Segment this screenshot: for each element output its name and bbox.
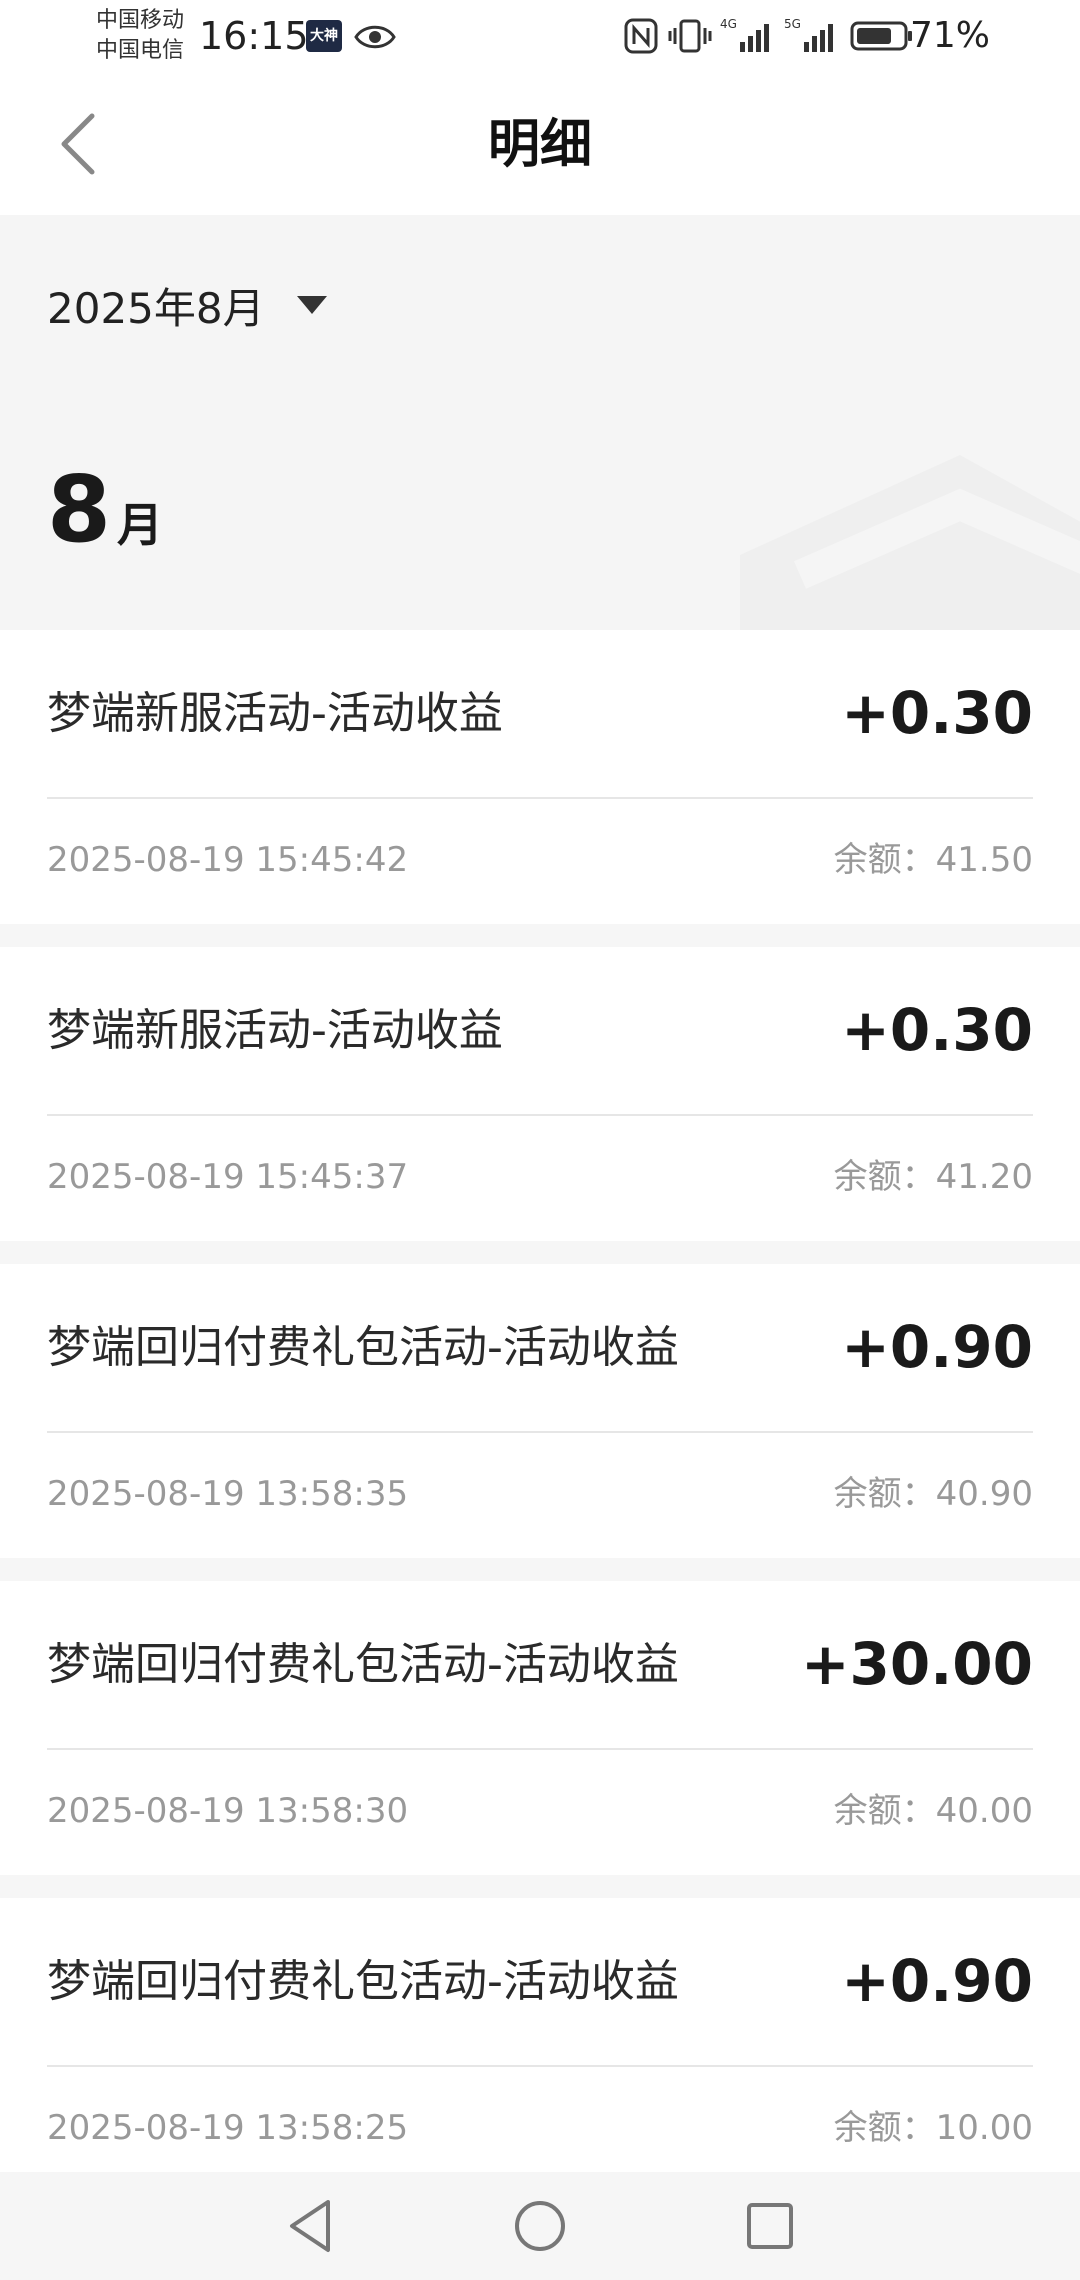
- status-bar: 中国移动 中国电信 16:15 大神 4G 5G 71%: [0, 0, 1080, 72]
- carrier-info: 中国移动 中国电信: [96, 6, 184, 66]
- transaction-balance: 余额：40.00: [833, 1791, 1033, 1831]
- svg-text:5G: 5G: [784, 17, 801, 31]
- transaction-time: 2025-08-19 13:58:25: [47, 2108, 409, 2148]
- nav-back-icon[interactable]: [282, 2196, 338, 2256]
- transaction-time: 2025-08-19 15:45:42: [47, 840, 409, 880]
- signal-5g-icon: 5G: [784, 17, 833, 52]
- triangle-down-icon: [296, 296, 327, 314]
- transaction-card[interactable]: 梦端新服活动-活动收益 +0.30 2025-08-19 15:45:37 余额…: [0, 947, 1080, 1241]
- transaction-title: 梦端新服活动-活动收益: [47, 688, 503, 739]
- app-badge-icon: 大神: [306, 20, 342, 52]
- carrier-1: 中国移动: [96, 8, 185, 33]
- transaction-balance: 余额：41.20: [833, 1157, 1033, 1197]
- divider: [47, 2065, 1033, 2067]
- month-heading: 8 月: [47, 460, 163, 560]
- transaction-balance: 余额：10.00: [833, 2108, 1033, 2148]
- header: 明细: [0, 72, 1080, 215]
- signal-4g-icon: 4G: [720, 17, 769, 52]
- transaction-card[interactable]: 梦端回归付费礼包活动-活动收益 +0.90 2025-08-19 13:58:2…: [0, 1898, 1080, 2192]
- transaction-title: 梦端新服活动-活动收益: [47, 1005, 503, 1056]
- clock: 16:15: [199, 14, 309, 58]
- transaction-time: 2025-08-19 15:45:37: [47, 1157, 409, 1197]
- transaction-card[interactable]: 梦端新服活动-活动收益 +0.30 2025-08-19 15:45:42 余额…: [0, 630, 1080, 924]
- divider: [47, 797, 1033, 799]
- battery-percent: 71%: [909, 15, 990, 56]
- transaction-balance: 余额：41.50: [833, 840, 1033, 880]
- divider: [47, 1748, 1033, 1750]
- transaction-card[interactable]: 梦端回归付费礼包活动-活动收益 +0.90 2025-08-19 13:58:3…: [0, 1264, 1080, 1558]
- nfc-icon: [624, 18, 658, 54]
- transaction-time: 2025-08-19 13:58:35: [47, 1474, 409, 1514]
- nav-home-icon[interactable]: [512, 2196, 568, 2256]
- nav-recent-icon[interactable]: [742, 2196, 798, 2256]
- month-selector-label: 2025年8月: [47, 283, 265, 333]
- transaction-amount: +0.90: [841, 1947, 1033, 2015]
- transaction-title: 梦端回归付费礼包活动-活动收益: [47, 1639, 679, 1690]
- svg-text:4G: 4G: [720, 17, 737, 31]
- transaction-balance: 余额：40.90: [833, 1474, 1033, 1514]
- battery-icon: [850, 21, 912, 51]
- transaction-title: 梦端回归付费礼包活动-活动收益: [47, 1322, 679, 1373]
- transaction-amount: +30.00: [800, 1630, 1033, 1698]
- transaction-amount: +0.90: [841, 1313, 1033, 1381]
- transaction-amount: +0.30: [841, 679, 1033, 747]
- vibrate-icon: [668, 19, 712, 53]
- month-heading-number: 8: [47, 456, 112, 563]
- transaction-title: 梦端回归付费礼包活动-活动收益: [47, 1956, 679, 2007]
- carrier-2: 中国电信: [96, 38, 185, 63]
- month-selector[interactable]: 2025年8月: [47, 275, 329, 335]
- month-section: 2025年8月 8 月: [0, 215, 1080, 630]
- eye-icon: [354, 25, 396, 49]
- transaction-time: 2025-08-19 13:58:30: [47, 1791, 409, 1831]
- divider: [47, 1114, 1033, 1116]
- month-heading-unit: 月: [117, 498, 164, 552]
- transaction-amount: +0.30: [841, 996, 1033, 1064]
- system-nav-bar: [0, 2172, 1080, 2280]
- page-title: 明细: [487, 115, 592, 175]
- decorative-shape-icon: [740, 455, 1080, 630]
- transaction-card[interactable]: 梦端回归付费礼包活动-活动收益 +30.00 2025-08-19 13:58:…: [0, 1581, 1080, 1875]
- divider: [47, 1431, 1033, 1433]
